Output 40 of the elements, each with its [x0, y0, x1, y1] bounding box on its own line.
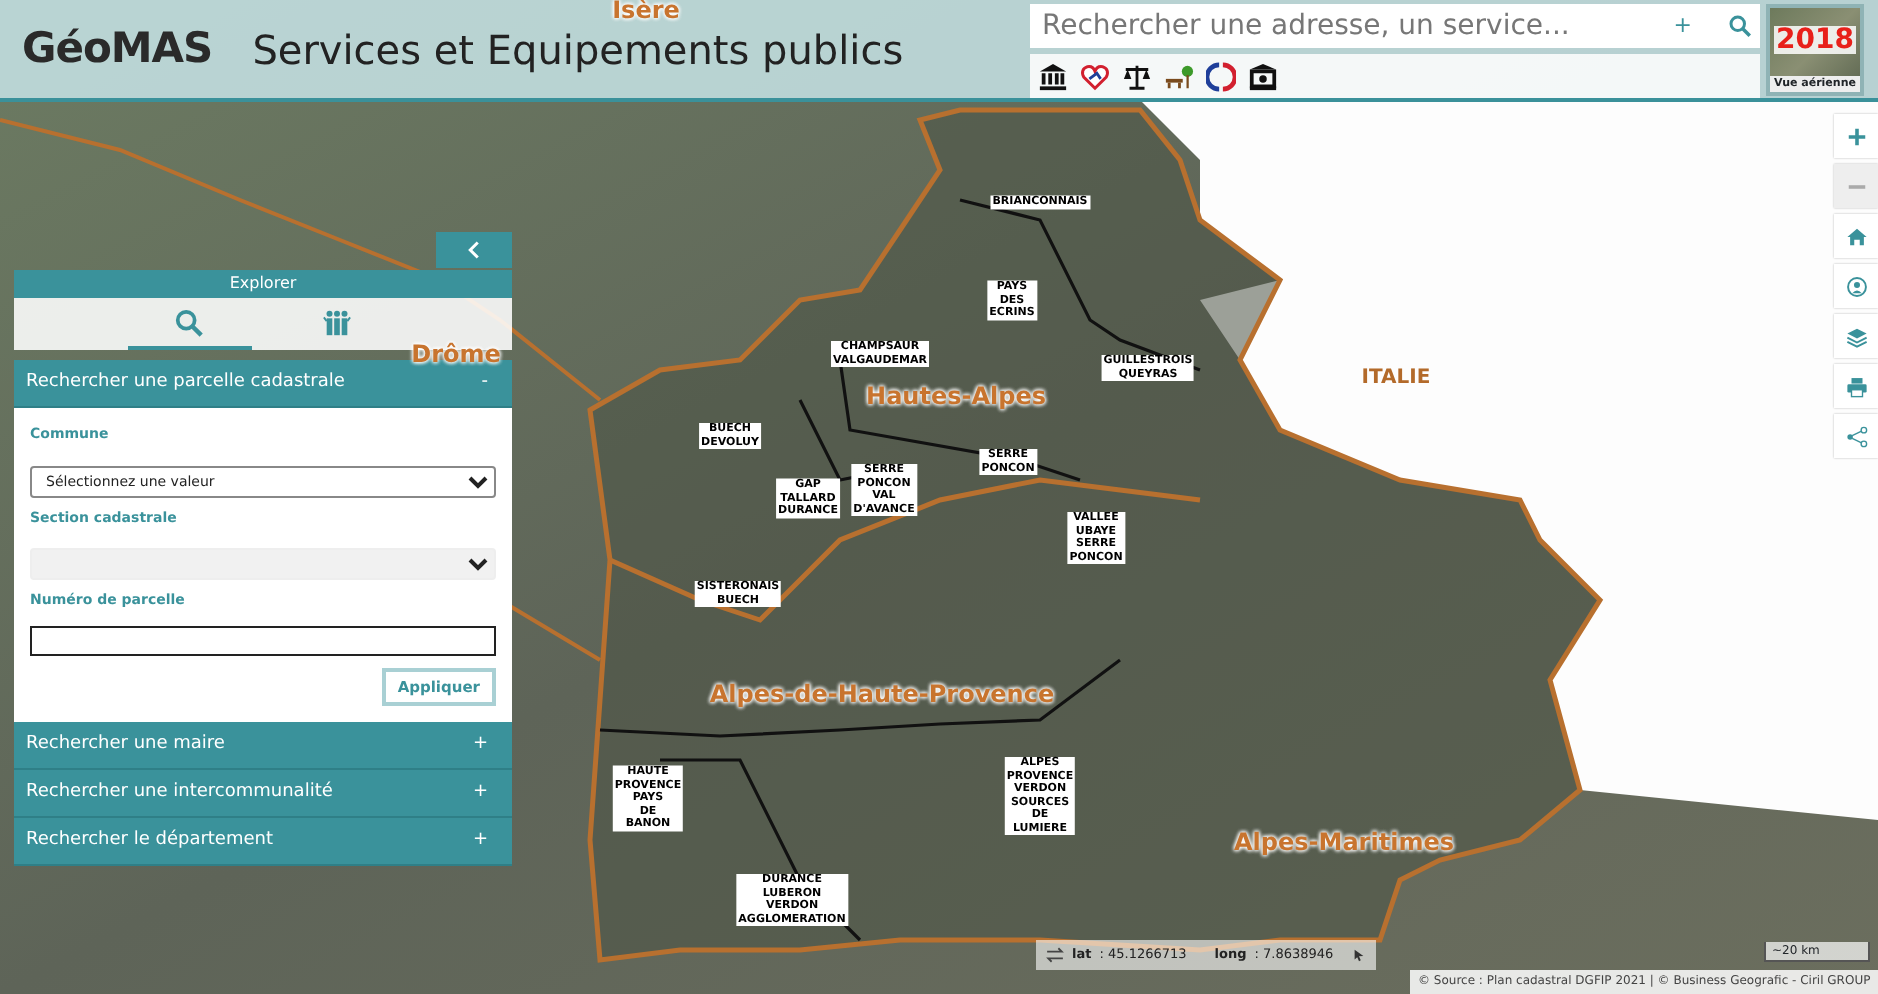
town-hall-icon[interactable] — [1038, 61, 1068, 91]
share-button[interactable] — [1834, 414, 1878, 458]
add-button[interactable]: + — [1673, 9, 1692, 43]
region-label: Hautes-Alpes — [866, 380, 1046, 414]
printer-button[interactable] — [1834, 364, 1878, 408]
region-label: Alpes-de-Haute-Provence — [709, 678, 1055, 712]
printer-icon — [1845, 375, 1867, 397]
zoom-in-button[interactable] — [1834, 114, 1878, 158]
chevron-left-icon — [464, 240, 484, 260]
swap-icon[interactable] — [1046, 946, 1064, 964]
layers-icon — [1845, 325, 1867, 347]
heart-icon[interactable] — [1080, 61, 1110, 91]
search-icon[interactable] — [1728, 14, 1752, 38]
app-title: Services et Equipements publics — [252, 23, 904, 77]
accordion-header[interactable]: Rechercher une parcelle cadastrale - — [14, 360, 512, 408]
layers-button[interactable] — [1834, 314, 1878, 358]
user-button[interactable] — [1834, 264, 1878, 308]
user-icon — [1845, 275, 1867, 297]
region-label: Alpes-Maritimes — [1234, 826, 1454, 860]
zoom-in-icon — [1845, 125, 1867, 147]
year-label: 2018 — [1774, 26, 1856, 54]
accordion-header[interactable]: Rechercher une maire + — [14, 722, 512, 771]
accordion-header[interactable]: Rechercher le département + — [14, 818, 512, 867]
building-icon[interactable] — [1248, 61, 1278, 91]
input-field[interactable] — [30, 626, 496, 656]
cursor-icon[interactable] — [1352, 948, 1366, 962]
marianne-icon[interactable] — [1206, 61, 1236, 91]
search-field[interactable]: Rechercher une adresse, un service... + — [1030, 4, 1760, 48]
scales-icon[interactable] — [1122, 61, 1152, 91]
home-button[interactable] — [1834, 214, 1878, 258]
share-icon — [1845, 425, 1867, 447]
people-icon — [322, 307, 352, 337]
search-icon — [174, 307, 204, 337]
panel-title: Explorer — [14, 270, 512, 298]
collapse-button[interactable] — [436, 232, 512, 268]
home-icon — [1845, 225, 1867, 247]
accordion-header[interactable]: Rechercher une intercommunalité + — [14, 770, 512, 819]
logo: GéoMAS — [22, 21, 213, 76]
bench-tree-icon[interactable] — [1164, 61, 1194, 91]
country-label: ITALIE — [1361, 365, 1431, 393]
